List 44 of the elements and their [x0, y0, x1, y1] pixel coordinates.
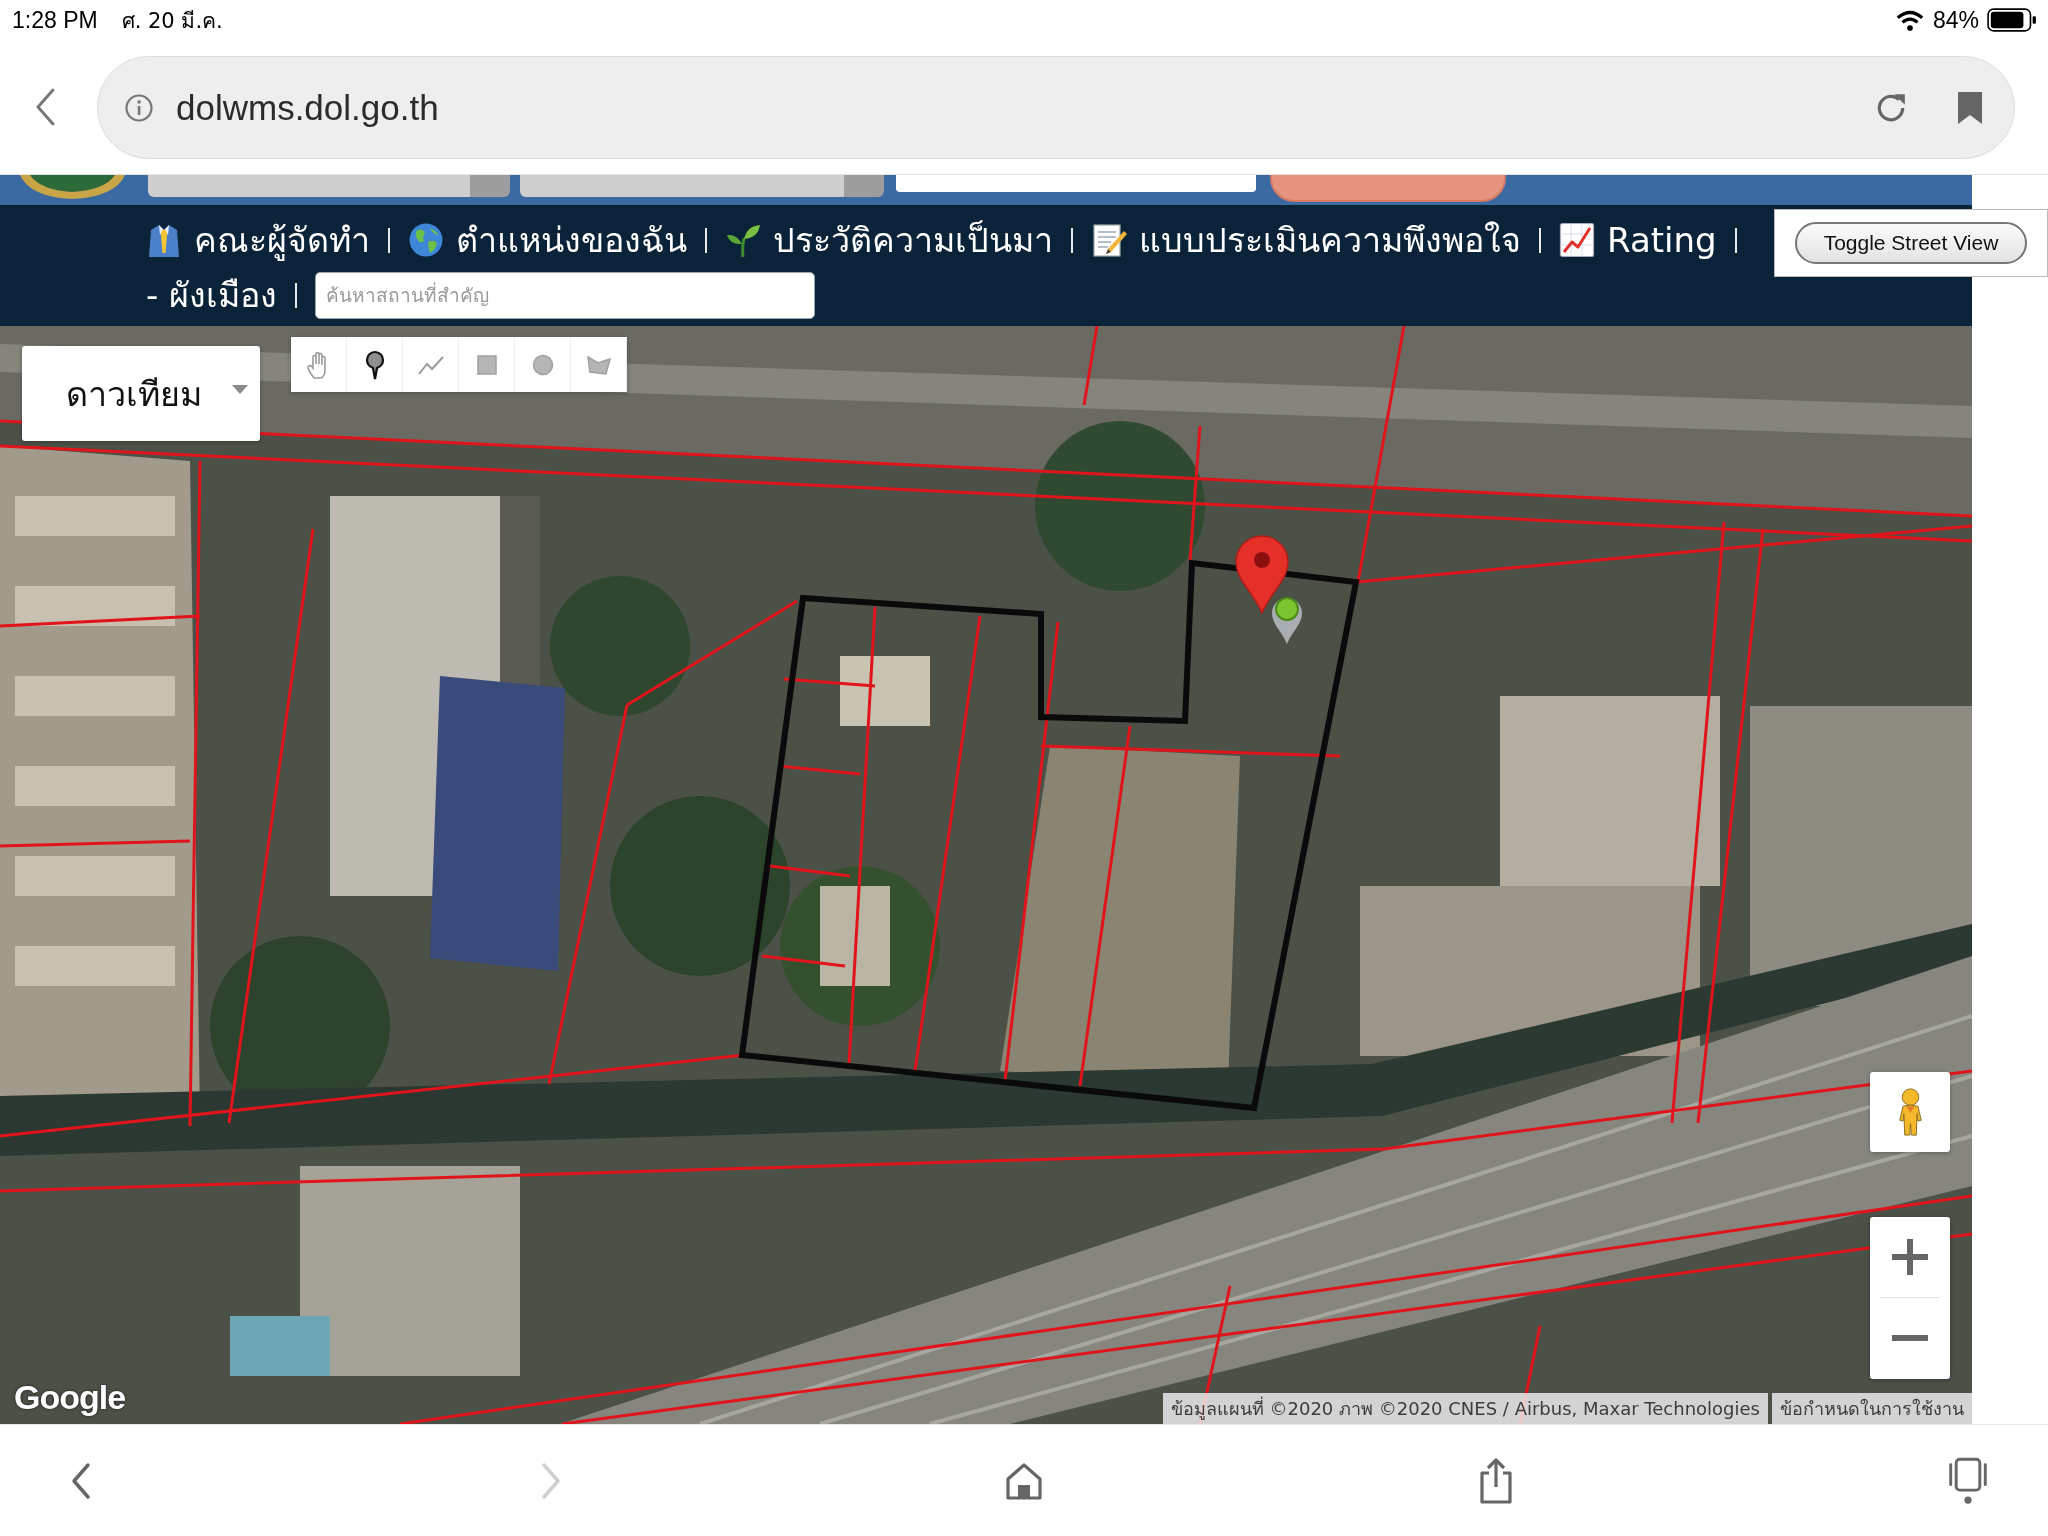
bookmark-button[interactable]	[1956, 89, 1984, 126]
seedling-icon	[725, 222, 761, 258]
header-button[interactable]	[1270, 175, 1506, 202]
tabs-icon	[1948, 1455, 1988, 1506]
minus-icon	[1892, 1335, 1928, 1341]
emblem-icon	[20, 175, 125, 199]
nav-link[interactable]: แบบประเมินความพึงพอใจ	[1091, 219, 1521, 261]
url-text: dolwms.dol.go.th	[176, 87, 439, 128]
info-icon	[124, 92, 154, 123]
memo-pencil-icon	[1091, 222, 1127, 258]
nav-link[interactable]: คณะผู้จัดทำ	[146, 219, 370, 261]
plus-icon	[1892, 1239, 1928, 1275]
home-icon	[1004, 1460, 1044, 1501]
wifi-icon	[1894, 8, 1925, 32]
map-attribution: ข้อมูลแผนที่ ©2020 ภาพ ©2020 CNES / Airbus, Maxar Technologies	[1162, 1393, 1768, 1424]
nav-link[interactable]: ตำแหน่งของฉัน	[408, 219, 687, 261]
nav-link[interactable]: - ผังเมือง	[146, 274, 278, 316]
dropdown-field[interactable]	[148, 175, 510, 197]
globe-icon	[408, 222, 444, 258]
nav-link[interactable]: ประวัติความเป็นมา	[725, 219, 1053, 261]
caret-icon	[232, 385, 248, 394]
toggle-street-view-button[interactable]: Toggle Street View	[1795, 222, 2027, 264]
search-field[interactable]: ค้นหาสถานที่สำคัญ	[315, 271, 816, 319]
circle-tool-button[interactable]	[515, 337, 571, 392]
terms-link[interactable]: ข้อกำหนดในการใช้งาน	[1772, 1393, 1972, 1424]
nav-link[interactable]: Rating	[1559, 219, 1717, 261]
marker-pin-icon	[1272, 597, 1302, 644]
shirt-tie-icon	[146, 222, 182, 258]
status-date: ศ. 20 มี.ค.	[121, 7, 223, 35]
line-chart-icon	[1559, 222, 1595, 258]
battery-icon	[1987, 8, 2037, 32]
bookmark-icon	[1956, 89, 1984, 126]
dropdown-field[interactable]	[520, 175, 884, 197]
marker-tool-button[interactable]	[347, 337, 403, 392]
polygon-tool-button[interactable]	[571, 337, 627, 392]
rectangle-tool-button[interactable]	[459, 337, 515, 392]
battery-percent: 84%	[1932, 6, 1979, 34]
status-time: 1:28 PM	[12, 6, 98, 34]
address-bar[interactable]: dolwms.dol.go.th	[97, 56, 2015, 159]
location-pin-icon	[1235, 535, 1289, 614]
map-type-dropdown[interactable]: ดาวเทียม	[22, 346, 260, 441]
google-logo: Google	[14, 1378, 126, 1417]
street-view-button[interactable]	[1870, 1072, 1950, 1152]
input-field[interactable]	[896, 175, 1256, 192]
